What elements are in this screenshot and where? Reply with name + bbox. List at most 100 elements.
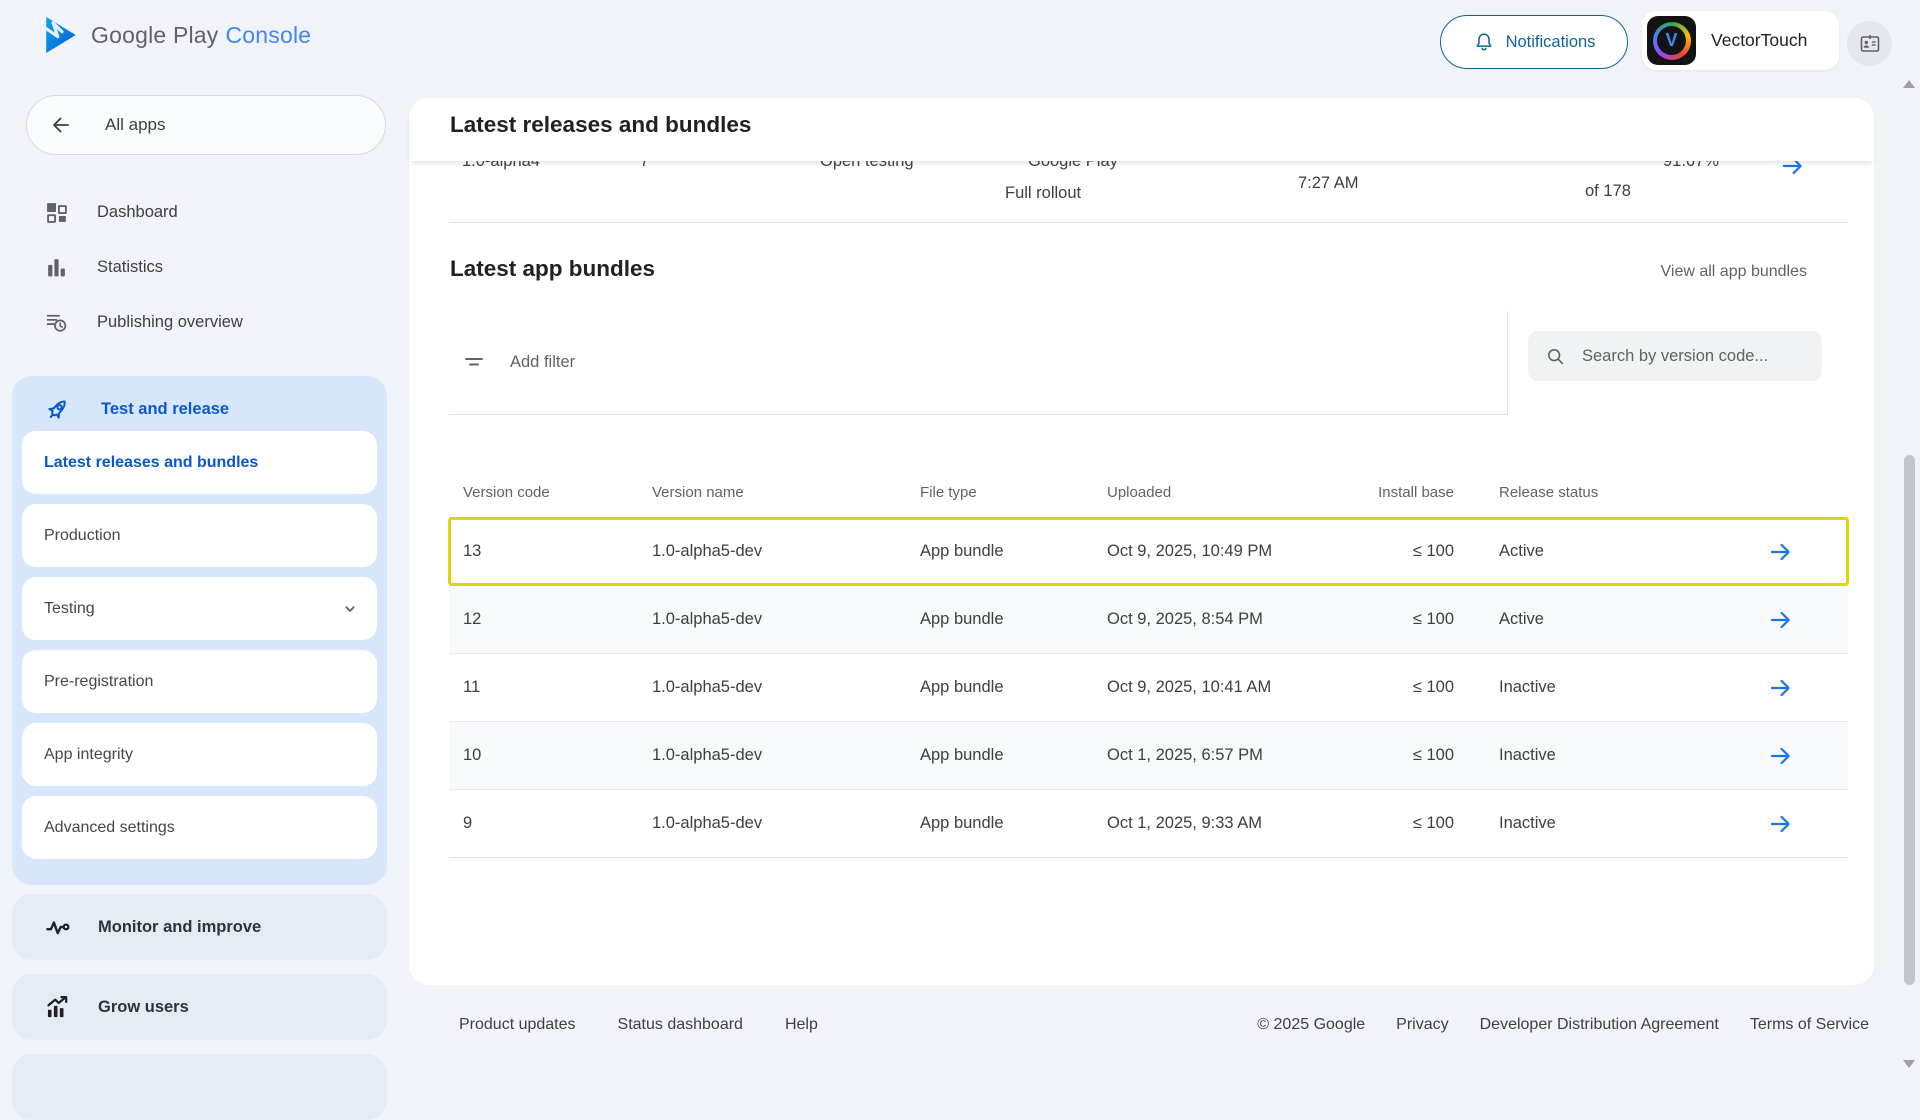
table-row[interactable]: 13 1.0-alpha5-dev App bundle Oct 9, 2025… [449,518,1848,585]
all-apps-label: All apps [105,115,165,135]
cell-version-name: 1.0-alpha5-dev [652,814,920,833]
grow-users-icon [44,994,71,1021]
footer-link-product-updates[interactable]: Product updates [459,1016,576,1034]
footer-link-terms-of-service[interactable]: Terms of Service [1750,1016,1869,1034]
cell-uploaded: Oct 9, 2025, 10:49 PM [1107,542,1354,561]
page-title: Latest releases and bundles [450,112,751,138]
cell-version-name: 1.0-alpha5-dev [652,610,920,629]
cell-release-status: Inactive [1499,814,1669,833]
table-row[interactable]: 10 1.0-alpha5-dev App bundle Oct 1, 2025… [449,721,1848,789]
cell-version-code: 10 [449,746,652,765]
cell-version-name: 1.0-alpha5-dev [652,678,920,697]
col-version-code: Version code [449,483,652,502]
test-and-release-section: Test and release Latest releases and bun… [12,376,387,885]
cell-release-status: Inactive [1499,678,1669,697]
cell-install-base: ≤ 100 [1354,814,1454,833]
cell-release-status: Active [1499,542,1669,561]
arrow-right-icon[interactable] [1779,161,1805,179]
sidebar-item-monitor-and-improve[interactable]: Monitor and improve [12,894,387,960]
bell-icon [1473,31,1495,53]
sidebar-item-statistics[interactable]: Statistics [0,240,400,294]
bundles-table: Version code Version name File type Uplo… [449,415,1848,858]
section-label: Monitor and improve [98,918,261,937]
footer-link-status-dashboard[interactable]: Status dashboard [618,1016,743,1034]
cell-uploaded: Oct 9, 2025, 8:54 PM [1107,610,1354,629]
cell-file-type: App bundle [920,542,1107,561]
table-row[interactable]: 12 1.0-alpha5-dev App bundle Oct 9, 2025… [449,585,1848,653]
cell-file-type: App bundle [920,678,1107,697]
add-filter-label: Add filter [510,353,575,372]
col-install-base: Install base [1354,483,1454,502]
sidebar-item-label: Dashboard [97,203,178,222]
cell-release-status: Inactive [1499,746,1669,765]
scrollbar-up-arrow[interactable] [1903,80,1915,88]
cell-version-name: 1.0-alpha5-dev [652,746,920,765]
sidebar-item-advanced-settings[interactable]: Advanced settings [22,796,377,859]
sidebar-item-grow-users[interactable]: Grow users [12,974,387,1040]
sidebar-item-test-and-release[interactable]: Test and release [12,376,387,431]
app-initial: V [1657,26,1686,55]
subitem-label: Latest releases and bundles [44,454,258,472]
play-logo-icon [44,16,78,54]
account-chip[interactable]: V VectorTouch [1642,11,1839,70]
back-to-all-apps-button[interactable]: All apps [26,95,386,155]
sidebar-item-next-section-partial[interactable] [12,1054,387,1120]
release-time: 7:27 AM [1298,174,1359,193]
release-channel: Google Play [1028,161,1118,171]
cell-file-type: App bundle [920,746,1107,765]
arrow-right-icon[interactable] [1767,607,1793,633]
cell-install-base: ≤ 100 [1354,746,1454,765]
footer-copyright: © 2025 Google [1257,1016,1365,1034]
table-row[interactable]: 9 1.0-alpha5-dev App bundle Oct 1, 2025,… [449,789,1848,858]
brand-logo[interactable]: Google Play Console [44,16,311,54]
publishing-overview-icon [44,310,69,335]
main-content-card: Latest releases and bundles 1.0-alpha4 7… [409,98,1874,985]
release-name: 1.0-alpha4 [462,161,540,171]
cell-uploaded: Oct 9, 2025, 10:41 AM [1107,678,1354,697]
developer-badge-button[interactable] [1847,21,1892,66]
cell-uploaded: Oct 1, 2025, 6:57 PM [1107,746,1354,765]
sidebar-item-latest-releases-and-bundles[interactable]: Latest releases and bundles [22,431,377,494]
scrollbar-thumb[interactable] [1904,455,1915,985]
sidebar-item-app-integrity[interactable]: App integrity [22,723,377,786]
sidebar-item-testing[interactable]: Testing [22,577,377,640]
col-file-type: File type [920,483,1107,502]
scrollbar-down-arrow[interactable] [1903,1060,1915,1068]
sidebar-item-pre-registration[interactable]: Pre-registration [22,650,377,713]
version-search-input[interactable] [1580,346,1819,367]
cell-version-code: 11 [449,678,652,697]
release-row-partial[interactable]: 1.0-alpha4 7 Open testing Google Play Fu… [449,161,1848,223]
notifications-label: Notifications [1506,33,1596,52]
sidebar-item-dashboard[interactable]: Dashboard [0,185,400,239]
account-name: VectorTouch [1711,30,1807,51]
view-all-app-bundles-link[interactable]: View all app bundles [1661,263,1807,281]
arrow-right-icon[interactable] [1767,675,1793,701]
cell-install-base: ≤ 100 [1354,678,1454,697]
arrow-right-icon[interactable] [1767,811,1793,837]
sidebar-item-publishing-overview[interactable]: Publishing overview [0,295,400,349]
release-rollout: Full rollout [1005,184,1081,203]
footer-link-help[interactable]: Help [785,1016,818,1034]
cell-version-name: 1.0-alpha5-dev [652,542,920,561]
notifications-button[interactable]: Notifications [1440,15,1628,69]
sidebar-item-label: Statistics [97,258,163,277]
footer-link-privacy[interactable]: Privacy [1396,1016,1448,1034]
cell-file-type: App bundle [920,814,1107,833]
arrow-right-icon[interactable] [1767,743,1793,769]
section-label: Test and release [101,400,229,419]
brand-console: Console [226,22,312,48]
version-search [1528,331,1822,381]
id-badge-icon [1858,32,1882,56]
filter-icon [462,350,486,374]
release-percent: 91.67% [1663,161,1719,171]
arrow-right-icon[interactable] [1767,539,1793,565]
sidebar-item-production[interactable]: Production [22,504,377,567]
search-icon [1544,345,1567,368]
rocket-icon [44,396,71,423]
table-row[interactable]: 11 1.0-alpha5-dev App bundle Oct 9, 2025… [449,653,1848,721]
add-filter-button[interactable]: Add filter [462,350,575,374]
brand-google-play: Google Play [91,22,219,48]
cell-release-status: Active [1499,610,1669,629]
footer-link-developer-distribution-agreement[interactable]: Developer Distribution Agreement [1480,1016,1719,1034]
statistics-icon [44,255,69,280]
